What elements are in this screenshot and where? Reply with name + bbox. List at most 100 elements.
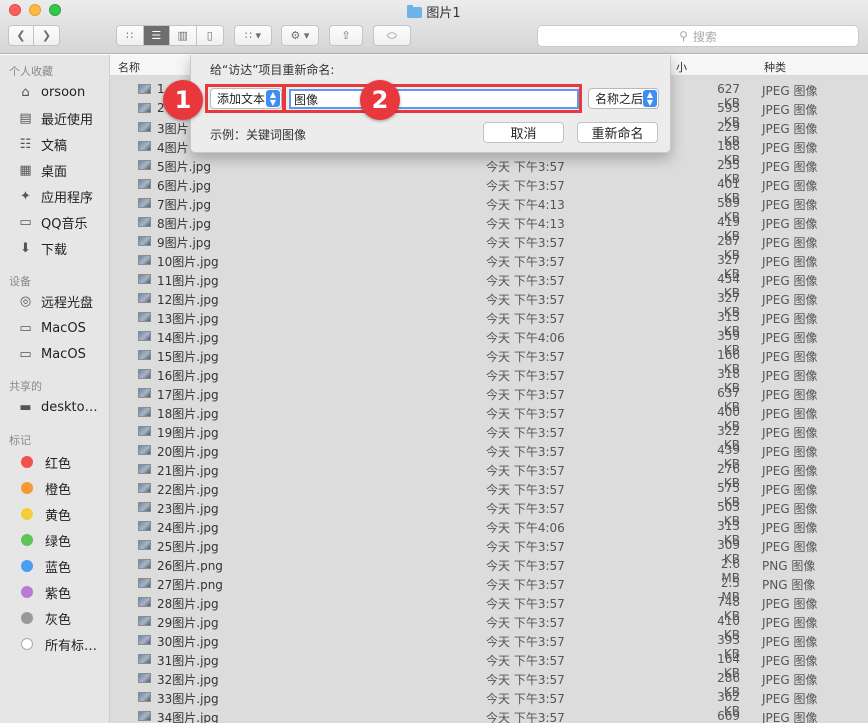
file-row[interactable]: 18图片.jpg 今天 下午3:57 400 KB JPEG 图像 bbox=[110, 403, 868, 433]
file-row[interactable]: 23图片.jpg 今天 下午3:57 503 KB JPEG 图像 bbox=[110, 498, 868, 528]
file-row[interactable]: 26图片.png 今天 下午3:57 2.6 MB PNG 图像 bbox=[110, 555, 868, 585]
group-by-button[interactable]: ∷ ▾ bbox=[234, 25, 272, 46]
tag-dot-icon bbox=[21, 612, 33, 624]
sidebar-item-macos-2[interactable]: ▭ MacOS bbox=[17, 344, 85, 364]
sidebar-tag-gray[interactable]: 灰色 bbox=[17, 608, 71, 628]
file-row[interactable]: 11图片.jpg 今天 下午3:57 454 KB JPEG 图像 bbox=[110, 270, 868, 300]
image-thumbnail-icon bbox=[138, 521, 151, 531]
text-position-select[interactable]: 名称之后 ▲ ▼ bbox=[588, 88, 659, 109]
sidebar-tag-blue[interactable]: 蓝色 bbox=[17, 556, 71, 576]
file-row[interactable]: 15图片.jpg 今天 下午3:57 166 KB JPEG 图像 bbox=[110, 346, 868, 376]
tag-icon: ⬭ bbox=[387, 28, 397, 42]
icon-view-button[interactable]: ∷ bbox=[117, 26, 144, 45]
sidebar-item-recents[interactable]: ▤ 最近使用 bbox=[17, 108, 93, 128]
image-thumbnail-icon bbox=[138, 84, 151, 94]
cancel-button[interactable]: 取消 bbox=[483, 122, 564, 143]
file-row[interactable]: 22图片.jpg 今天 下午3:57 575 KB JPEG 图像 bbox=[110, 479, 868, 509]
image-thumbnail-icon bbox=[138, 692, 151, 702]
column-view-button[interactable]: ▥ bbox=[170, 26, 197, 45]
sidebar-tag-orange[interactable]: 橙色 bbox=[17, 478, 71, 498]
file-kind: JPEG 图像 bbox=[762, 445, 818, 459]
file-kind: JPEG 图像 bbox=[762, 198, 818, 212]
file-row[interactable]: 10图片.jpg 今天 下午3:57 327 KB JPEG 图像 bbox=[110, 251, 868, 281]
sidebar-tag-all[interactable]: 所有标… bbox=[17, 634, 97, 654]
file-kind: JPEG 图像 bbox=[762, 274, 818, 288]
file-row[interactable]: 12图片.jpg 今天 下午3:57 327 KB JPEG 图像 bbox=[110, 289, 868, 319]
tag-dot-icon bbox=[21, 638, 33, 650]
file-name: 19图片.jpg bbox=[157, 426, 219, 440]
file-row[interactable]: 24图片.jpg 今天 下午4:06 313 KB JPEG 图像 bbox=[110, 517, 868, 547]
back-forward-buttons: ❮ ❯ bbox=[8, 25, 60, 46]
chevron-right-icon: ❯ bbox=[41, 29, 52, 42]
file-row[interactable]: 8图片.jpg 今天 下午4:13 419 KB JPEG 图像 bbox=[110, 213, 868, 243]
file-row[interactable]: 25图片.jpg 今天 下午3:57 309 KB JPEG 图像 bbox=[110, 536, 868, 566]
file-size: 669 KB bbox=[717, 709, 740, 723]
file-name: 6图片.jpg bbox=[157, 179, 212, 193]
file-date: 今天 下午3:57 bbox=[486, 616, 565, 630]
file-row[interactable]: 28图片.jpg 今天 下午3:57 748 KB JPEG 图像 bbox=[110, 593, 868, 623]
file-kind: JPEG 图像 bbox=[762, 217, 818, 231]
file-kind: JPEG 图像 bbox=[762, 464, 818, 478]
file-row[interactable]: 9图片.jpg 今天 下午3:57 287 KB JPEG 图像 bbox=[110, 232, 868, 262]
file-row[interactable]: 20图片.jpg 今天 下午3:57 439 KB JPEG 图像 bbox=[110, 441, 868, 471]
file-row[interactable]: 33图片.jpg 今天 下午3:57 362 KB JPEG 图像 bbox=[110, 688, 868, 718]
sidebar-item-remote-disc[interactable]: ◎ 远程光盘 bbox=[17, 291, 93, 311]
file-row[interactable]: 16图片.jpg 今天 下午3:57 318 KB JPEG 图像 bbox=[110, 365, 868, 395]
file-row[interactable]: 19图片.jpg 今天 下午3:57 322 KB JPEG 图像 bbox=[110, 422, 868, 452]
highlight-box-mode bbox=[205, 84, 286, 113]
back-button[interactable]: ❮ bbox=[9, 26, 35, 45]
list-icon: ☰ bbox=[151, 29, 162, 42]
image-thumbnail-icon bbox=[138, 502, 151, 512]
sidebar-tag-yellow[interactable]: 黄色 bbox=[17, 504, 71, 524]
image-thumbnail-icon bbox=[138, 331, 151, 341]
file-name: 29图片.jpg bbox=[157, 616, 219, 630]
list-view-button[interactable]: ☰ bbox=[143, 26, 170, 45]
file-row[interactable]: 29图片.jpg 今天 下午3:57 410 KB JPEG 图像 bbox=[110, 612, 868, 642]
sidebar-tag-purple[interactable]: 紫色 bbox=[17, 582, 71, 602]
sidebar-tag-green[interactable]: 绿色 bbox=[17, 530, 71, 550]
gallery-view-button[interactable]: ▯ bbox=[197, 26, 223, 45]
sidebar-item-applications[interactable]: ✦ 应用程序 bbox=[17, 186, 93, 206]
file-row[interactable]: 34图片.jpg 今天 下午3:57 669 KB JPEG 图像 bbox=[110, 707, 868, 723]
sidebar-item-qqmusic[interactable]: ▭ QQ音乐 bbox=[17, 212, 87, 232]
file-kind: PNG 图像 bbox=[762, 559, 816, 573]
file-kind: JPEG 图像 bbox=[762, 141, 818, 155]
file-row[interactable]: 6图片.jpg 今天 下午3:57 401 KB JPEG 图像 bbox=[110, 175, 868, 205]
search-field[interactable]: ⚲ 搜索 bbox=[537, 25, 859, 47]
share-button[interactable]: ⇧ bbox=[329, 25, 363, 46]
recents-icon: ▤ bbox=[19, 110, 32, 126]
sidebar-item-macos-1[interactable]: ▭ MacOS bbox=[17, 318, 85, 338]
file-date: 今天 下午4:06 bbox=[486, 331, 565, 345]
file-row[interactable]: 5图片.jpg 今天 下午3:57 235 KB JPEG 图像 bbox=[110, 156, 868, 186]
file-row[interactable]: 30图片.jpg 今天 下午3:57 393 KB JPEG 图像 bbox=[110, 631, 868, 661]
rename-button[interactable]: 重新命名 bbox=[577, 122, 658, 143]
file-date: 今天 下午4:06 bbox=[486, 521, 565, 535]
sidebar-item-documents[interactable]: ☷ 文稿 bbox=[17, 134, 67, 154]
sidebar-item-desktop-share[interactable]: ▬ deskto… bbox=[17, 397, 97, 417]
file-row[interactable]: 17图片.jpg 今天 下午3:57 637 KB JPEG 图像 bbox=[110, 384, 868, 414]
file-row[interactable]: 27图片.png 今天 下午3:57 2.5 MB PNG 图像 bbox=[110, 574, 868, 604]
file-row[interactable]: 14图片.jpg 今天 下午4:06 359 KB JPEG 图像 bbox=[110, 327, 868, 357]
action-menu-button[interactable]: ⚙ ▾ bbox=[281, 25, 319, 46]
image-thumbnail-icon bbox=[138, 350, 151, 360]
forward-button[interactable]: ❯ bbox=[34, 26, 59, 45]
file-name: 23图片.jpg bbox=[157, 502, 219, 516]
sidebar-item-downloads[interactable]: ⬇ 下载 bbox=[17, 238, 67, 258]
column-kind-header[interactable]: 种类 bbox=[764, 59, 786, 75]
file-row[interactable]: 31图片.jpg 今天 下午3:57 164 KB JPEG 图像 bbox=[110, 650, 868, 680]
file-row[interactable]: 13图片.jpg 今天 下午3:57 313 KB JPEG 图像 bbox=[110, 308, 868, 338]
sidebar-item-desktop[interactable]: ▦ 桌面 bbox=[17, 160, 67, 180]
column-size-header[interactable]: 小 bbox=[676, 59, 687, 75]
sidebar-item-home[interactable]: ⌂ orsoon bbox=[17, 82, 85, 102]
tags-button[interactable]: ⬭ bbox=[373, 25, 411, 46]
window-title: 图片1 bbox=[0, 2, 868, 21]
file-row[interactable]: 32图片.jpg 今天 下午3:57 286 KB JPEG 图像 bbox=[110, 669, 868, 699]
column-name-header[interactable]: 名称 bbox=[118, 59, 140, 75]
file-row[interactable]: 21图片.jpg 今天 下午3:57 276 KB JPEG 图像 bbox=[110, 460, 868, 490]
rename-example: 示例：关键词图像 bbox=[210, 128, 307, 142]
file-row[interactable]: 7图片.jpg 今天 下午4:13 589 KB JPEG 图像 bbox=[110, 194, 868, 224]
file-date: 今天 下午3:57 bbox=[486, 274, 565, 288]
sidebar-tag-red[interactable]: 红色 bbox=[17, 452, 71, 472]
file-kind: JPEG 图像 bbox=[762, 293, 818, 307]
file-date: 今天 下午3:57 bbox=[486, 407, 565, 421]
